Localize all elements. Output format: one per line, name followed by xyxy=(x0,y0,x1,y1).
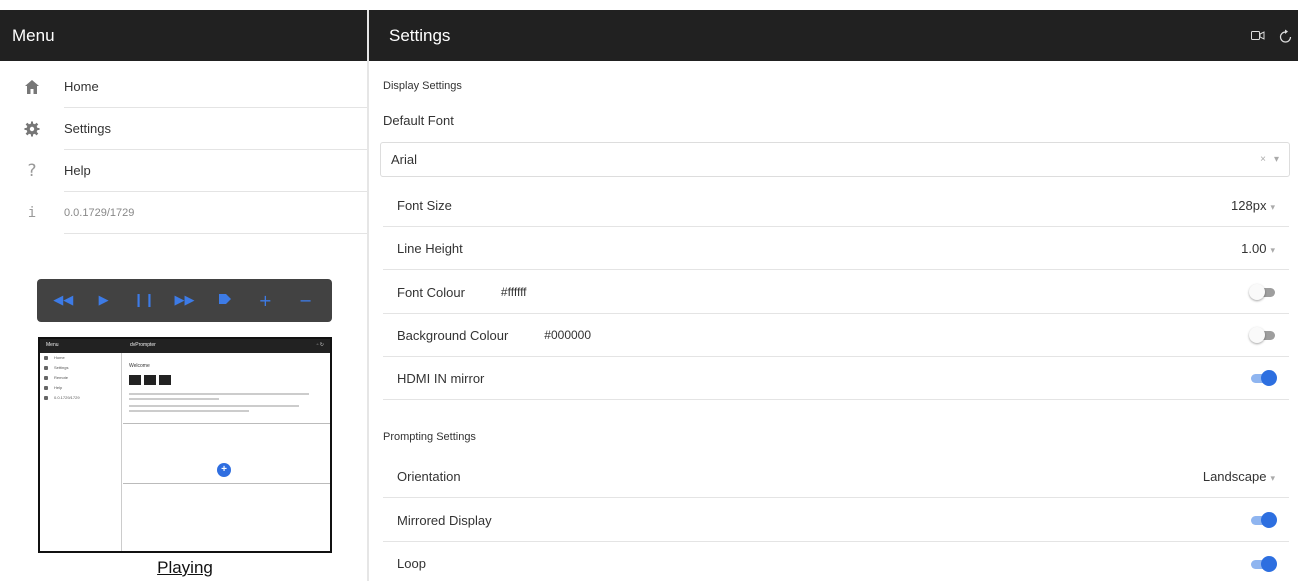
background-colour-label: Background Colour xyxy=(397,327,509,343)
line-height-row: Line Height 1.00 ▾ xyxy=(383,227,1289,270)
menu-title: Menu xyxy=(12,25,55,45)
page-title: Settings xyxy=(389,25,451,45)
font-colour-row: Font Colour #ffffff xyxy=(383,271,1289,314)
mirrored-display-toggle[interactable] xyxy=(1249,512,1277,528)
orientation-select[interactable]: Landscape ▾ xyxy=(1203,469,1275,484)
font-size-row: Font Size 128px ▾ xyxy=(383,184,1289,227)
font-size-select[interactable]: 128px ▾ xyxy=(1231,198,1275,213)
preview-content: Welcome + xyxy=(123,353,330,551)
preview-menu-item: Help xyxy=(40,383,121,393)
preview-text-line xyxy=(129,405,299,407)
background-colour-hex[interactable]: #000000 xyxy=(544,328,591,342)
line-height-select[interactable]: 1.00 ▾ xyxy=(1241,241,1275,256)
preview-screen: Menu dvPrompter ▫ ↻ Home Settings Remote… xyxy=(38,337,332,553)
preview-add-icon: + xyxy=(217,463,231,477)
orientation-label: Orientation xyxy=(397,468,461,484)
background-colour-toggle[interactable] xyxy=(1249,327,1277,343)
preview-header-icons: ▫ ↻ xyxy=(316,342,324,348)
font-size-label: Font Size xyxy=(397,197,452,213)
hdmi-mirror-row: HDMI IN mirror xyxy=(383,357,1289,400)
version-label: 0.0.1729/1729 xyxy=(64,192,367,234)
video-icon[interactable] xyxy=(1251,30,1265,41)
display-settings-title: Display Settings xyxy=(383,80,462,92)
loop-toggle[interactable] xyxy=(1249,555,1277,572)
hdmi-mirror-toggle[interactable] xyxy=(1249,370,1277,386)
loop-label: Loop xyxy=(397,556,426,571)
line-height-label: Line Height xyxy=(397,240,463,256)
default-font-label: Default Font xyxy=(383,113,454,128)
orientation-value: Landscape xyxy=(1202,468,1267,484)
plus-icon[interactable]: + xyxy=(254,291,276,310)
info-icon: i xyxy=(27,205,37,221)
mirrored-display-label: Mirrored Display xyxy=(397,512,492,528)
sidebar-item-label: Help xyxy=(64,150,367,192)
preview-welcome: Welcome xyxy=(129,363,150,369)
preview-text-line xyxy=(129,393,309,395)
sidebar-item-version: i 0.0.1729/1729 xyxy=(0,192,367,234)
preview-sidebar: Home Settings Remote Help 0.0.1729/1729 xyxy=(40,353,122,551)
sidebar-item-help[interactable]: ? Help xyxy=(0,150,367,192)
preview-app-title: dvPrompter xyxy=(130,342,156,348)
preview-menu-item: 0.0.1729/1729 xyxy=(40,393,121,403)
home-icon xyxy=(0,79,64,95)
preview-buttons xyxy=(129,375,171,385)
sidebar-item-settings[interactable]: Settings xyxy=(0,108,367,150)
chevron-down-icon[interactable]: ▾ xyxy=(1274,154,1279,165)
gear-icon xyxy=(0,121,64,137)
preview-separator xyxy=(123,423,330,424)
fast-forward-icon[interactable]: ▶▶ xyxy=(173,293,195,308)
rewind-icon[interactable]: ◀◀ xyxy=(52,293,74,308)
menu-header: Menu xyxy=(0,10,367,61)
font-colour-label: Font Colour xyxy=(397,284,465,300)
clear-icon[interactable]: × xyxy=(1260,154,1266,165)
default-font-select[interactable]: Arial × ▾ xyxy=(380,142,1290,177)
question-icon: ? xyxy=(27,161,37,181)
orientation-row: Orientation Landscape ▾ xyxy=(383,455,1289,498)
preview-menu-item: Settings xyxy=(40,363,121,373)
playback-controls: ◀◀ ▶ ❙❙ ▶▶ + − xyxy=(37,279,332,322)
sidebar-item-home[interactable]: Home xyxy=(0,66,367,108)
prompting-settings-title: Prompting Settings xyxy=(383,431,476,443)
preview-menu-item: Home xyxy=(40,353,121,363)
line-height-value: 1.00 xyxy=(1241,240,1267,256)
minus-icon[interactable]: − xyxy=(295,291,317,310)
mirrored-display-row: Mirrored Display xyxy=(383,499,1289,542)
playback-status: Playing xyxy=(157,558,213,577)
chevron-down-icon: ▾ xyxy=(1270,201,1275,212)
preview-menu-item: Remote xyxy=(40,373,121,383)
chevron-down-icon: ▾ xyxy=(1270,244,1275,255)
sidebar-item-label: Home xyxy=(64,66,367,108)
font-colour-hex[interactable]: #ffffff xyxy=(501,285,527,299)
sidebar-menu: Home Settings ? Help i 0.0.1729/1729 xyxy=(0,66,367,234)
preview-header: Menu dvPrompter ▫ ↻ xyxy=(40,339,330,353)
chevron-down-icon: ▾ xyxy=(1270,472,1275,483)
panel-divider xyxy=(367,10,369,581)
preview-text-line xyxy=(129,398,219,400)
font-colour-toggle[interactable] xyxy=(1249,284,1277,300)
pause-icon[interactable]: ❙❙ xyxy=(133,293,155,308)
font-size-value: 128px xyxy=(1231,197,1267,213)
loop-row: Loop xyxy=(383,542,1289,581)
settings-header: Settings xyxy=(369,10,1298,61)
play-icon[interactable]: ▶ xyxy=(93,293,115,308)
default-font-value: Arial xyxy=(391,152,418,167)
hdmi-mirror-label: HDMI IN mirror xyxy=(397,370,485,386)
refresh-icon[interactable] xyxy=(1279,29,1292,43)
stop-icon[interactable] xyxy=(214,293,236,309)
preview-separator xyxy=(123,483,330,484)
background-colour-row: Background Colour #000000 xyxy=(383,314,1289,357)
sidebar-item-label: Settings xyxy=(64,108,367,150)
preview-menu-title: Menu xyxy=(46,342,59,348)
preview-text-line xyxy=(129,410,249,412)
